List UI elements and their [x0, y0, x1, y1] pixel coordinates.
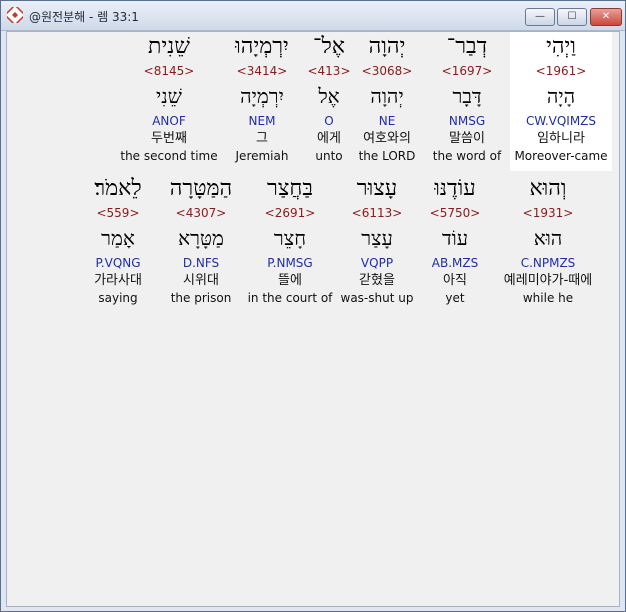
hebrew-root: עָצַר	[361, 226, 393, 250]
korean-gloss: 갇혔을	[359, 273, 395, 288]
hebrew-root: עוֹד	[441, 226, 469, 250]
parsing-code: O	[324, 114, 334, 128]
korean-gloss: 그	[256, 131, 268, 146]
strong-number: <4307>	[175, 206, 227, 220]
parsing-code: AB.MZS	[431, 256, 479, 270]
hebrew-word: יִרְמְיָהוּ	[235, 34, 289, 59]
english-gloss: while he	[522, 291, 574, 305]
strong-number: <1931>	[522, 206, 574, 220]
parsing-code: C.NPMZS	[520, 256, 576, 270]
korean-gloss: 예레미야가-때에	[503, 273, 593, 288]
english-gloss: the prison	[170, 291, 232, 305]
hebrew-word: הַמַּטָּרָה	[169, 176, 233, 201]
parsing-code: ANOF	[152, 114, 186, 128]
word-cell[interactable]: הַמַּטָּרָה <4307> מַטָּרָא D.NFS 시위대 th…	[159, 174, 243, 306]
hebrew-word: עוֹדֶנּוּ	[434, 176, 476, 201]
english-gloss: was-shut up	[340, 291, 414, 305]
hebrew-root: חָצֵר	[273, 226, 307, 250]
word-cell[interactable]: עוֹדֶנּוּ <5750> עוֹד AB.MZS 아직 yet	[419, 174, 491, 306]
hebrew-root: יְהוָה	[370, 84, 404, 108]
strong-number: <5750>	[429, 206, 481, 220]
english-gloss: the second time	[120, 149, 218, 163]
hebrew-root: הוּא	[533, 226, 563, 250]
word-cell[interactable]: וְהוּא <1931> הוּא C.NPMZS 예레미야가-때에 whil…	[493, 174, 603, 306]
korean-gloss: 아직	[443, 273, 467, 288]
close-button[interactable]: ✕	[590, 8, 622, 26]
word-cell[interactable]: וַיְהִי <1961> הָיָה CW.VQIMZS 임하니라 More…	[510, 32, 612, 171]
korean-gloss: 임하니라	[537, 131, 585, 146]
word-cell[interactable]: יִרְמְיָהוּ <3414> יִרְמְיָה NEM 그 Jerem…	[221, 32, 303, 164]
hebrew-word: יְהוָה	[368, 34, 406, 59]
word-cell[interactable]: בַּחֲצַר <2691> חָצֵר P.NMSG 뜰에 in the c…	[245, 174, 335, 306]
word-cell[interactable]: יְהוָה <3068> יְהוָה NE 여호와의 the LORD	[351, 32, 423, 164]
parsing-code: NEM	[248, 114, 276, 128]
hebrew-word: לֵאמֹר׃	[94, 176, 142, 201]
hebrew-root: שֵׁנִי	[156, 84, 182, 108]
app-logo-icon	[7, 7, 23, 23]
hebrew-root: יִרְמְיָה	[240, 84, 284, 108]
strong-number: <413>	[307, 64, 351, 78]
hebrew-root: דָּבָר	[452, 84, 482, 108]
english-gloss: in the court of	[247, 291, 333, 305]
hebrew-word: בַּחֲצַר	[267, 176, 313, 201]
hebrew-word: אֶל־	[313, 34, 345, 59]
parsing-code: D.NFS	[182, 256, 220, 270]
analysis-panel: וַיְהִי <1961> הָיָה CW.VQIMZS 임하니라 More…	[6, 31, 620, 607]
strong-number: <3414>	[236, 64, 288, 78]
strong-number: <2691>	[264, 206, 316, 220]
english-gloss: saying	[98, 291, 138, 305]
word-cell[interactable]: עָצוּר <6113> עָצַר VQPP 갇혔을 was-shut up	[337, 174, 417, 306]
korean-gloss: 말씀이	[449, 131, 485, 146]
strong-number: <1961>	[535, 64, 587, 78]
hebrew-root: מַטָּרָא	[178, 226, 224, 250]
strong-number: <559>	[96, 206, 140, 220]
parsing-code: CW.VQIMZS	[525, 114, 597, 128]
app-window: @원전분해 - 렘 33:1 — ☐ ✕ וַיְהִי <1961> הָיָ…	[0, 0, 626, 612]
parsing-code: P.NMSG	[267, 256, 313, 270]
english-gloss: the word of	[432, 149, 502, 163]
title-bar[interactable]: @원전분해 - 렘 33:1 — ☐ ✕	[1, 1, 625, 31]
strong-number: <1697>	[441, 64, 493, 78]
english-gloss: Moreover-came	[514, 149, 608, 163]
english-gloss: the LORD	[358, 149, 416, 163]
word-cell[interactable]: דְבַר־ <1697> דָּבָר NMSG 말씀이 the word o…	[421, 32, 513, 164]
korean-gloss: 여호와의	[363, 131, 411, 146]
korean-gloss: 시위대	[183, 273, 219, 288]
hebrew-word: שֵׁנִית	[148, 34, 190, 59]
parsing-code: NMSG	[448, 114, 486, 128]
word-cell[interactable]: אֶל־ <413> אֶל O 에게 unto	[299, 32, 359, 164]
maximize-button[interactable]: ☐	[557, 8, 587, 26]
hebrew-root: אֶל	[318, 84, 340, 108]
hebrew-word: דְבַר־	[446, 34, 488, 59]
hebrew-root: אָמַר	[101, 226, 135, 250]
parsing-code: VQPP	[360, 256, 394, 270]
window-title: @원전분해 - 렘 33:1	[29, 10, 139, 24]
parsing-code: NE	[378, 114, 396, 128]
word-cell[interactable]: לֵאמֹר׃ <559> אָמַר P.VQNG 가라사대 saying	[79, 174, 157, 306]
parsing-code: P.VQNG	[95, 256, 141, 270]
minimize-button[interactable]: —	[525, 8, 555, 26]
korean-gloss: 가라사대	[94, 273, 142, 288]
strong-number: <6113>	[351, 206, 403, 220]
word-cell[interactable]: שֵׁנִית <8145> שֵׁנִי ANOF 두번째 the secon…	[119, 32, 219, 164]
english-gloss: unto	[315, 149, 343, 163]
english-gloss: Jeremiah	[235, 149, 289, 163]
english-gloss: yet	[445, 291, 465, 305]
hebrew-word: עָצוּר	[356, 176, 398, 201]
hebrew-root: הָיָה	[546, 84, 576, 108]
korean-gloss: 두번째	[151, 131, 187, 146]
korean-gloss: 뜰에	[278, 273, 302, 288]
strong-number: <8145>	[143, 64, 195, 78]
korean-gloss: 에게	[317, 131, 341, 146]
strong-number: <3068>	[361, 64, 413, 78]
hebrew-word: וַיְהִי	[546, 34, 576, 59]
hebrew-word: וְהוּא	[529, 176, 567, 201]
